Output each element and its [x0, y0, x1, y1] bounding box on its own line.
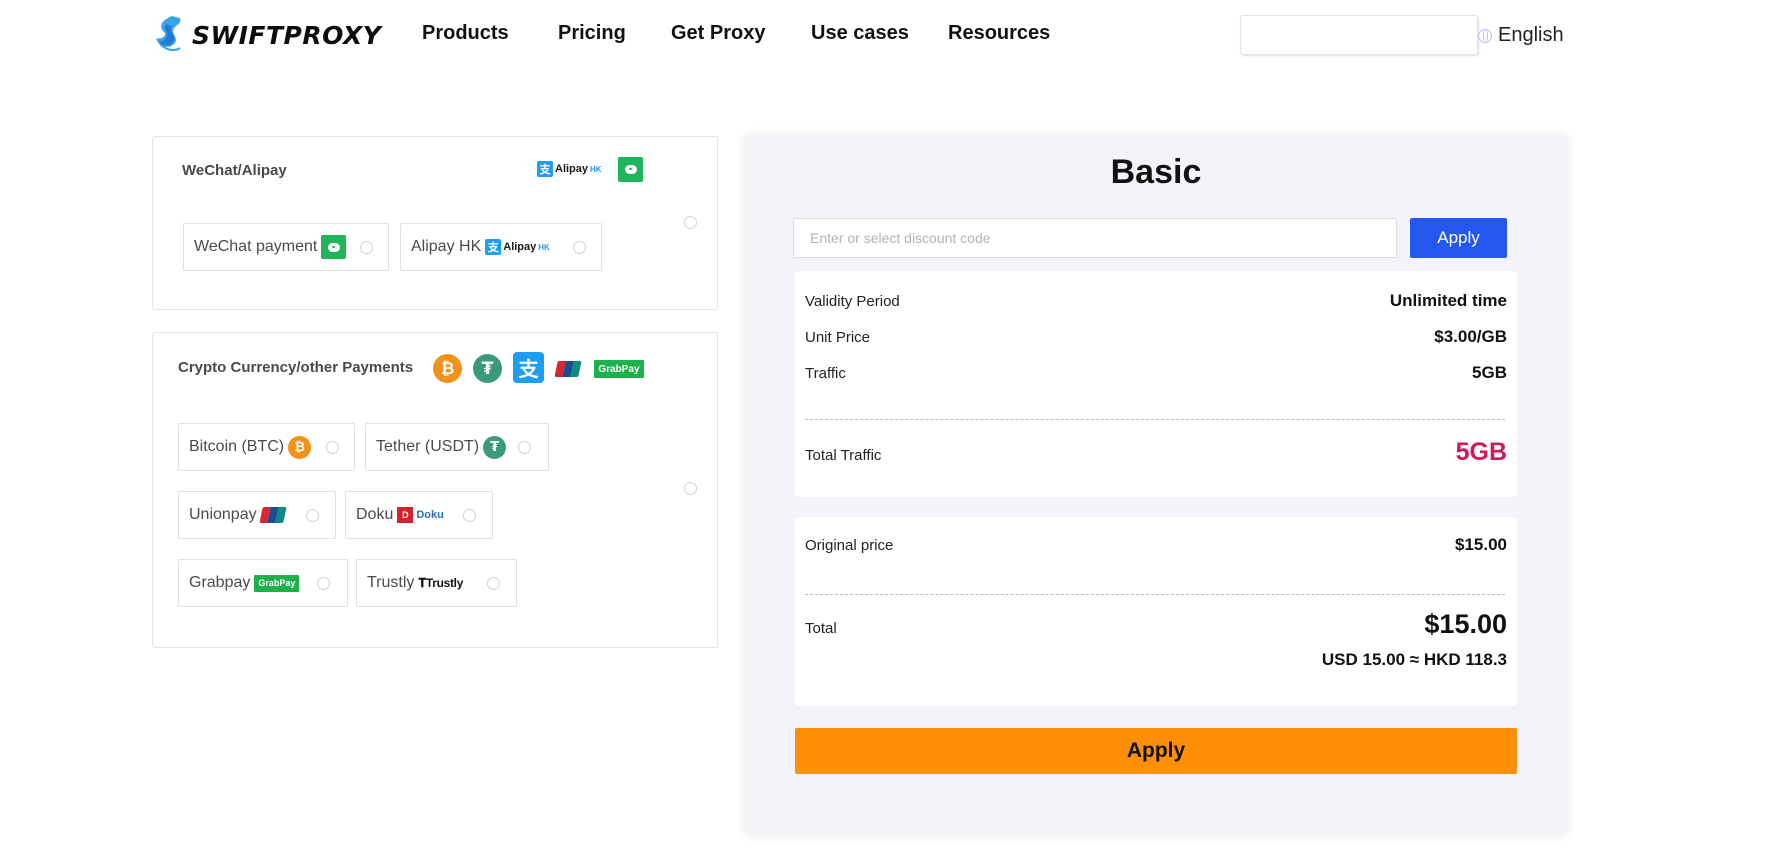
price-box: Original price $15.00 Total $15.00 USD 1… — [795, 517, 1517, 706]
swiftproxy-logo-icon — [156, 16, 181, 52]
total-value: $15.00 — [1424, 609, 1507, 639]
tether-logo-icon: ₮ — [473, 354, 502, 383]
option-bitcoin[interactable]: Bitcoin (BTC) ₿ — [178, 423, 355, 471]
bitcoin-radio[interactable] — [326, 441, 339, 454]
nav-get-proxy[interactable]: Get Proxy — [671, 22, 765, 45]
doku-icon: D Doku — [397, 507, 444, 523]
validity-period-value: Unlimited time — [1389, 291, 1507, 310]
option-grabpay[interactable]: Grabpay GrabPay — [178, 559, 348, 607]
nav-products[interactable]: Products — [422, 22, 509, 45]
crypto-other-card[interactable]: Crypto Currency/other Payments ₿ ₮ 支 Gra… — [152, 332, 718, 648]
language-label: English — [1498, 24, 1564, 46]
tether-icon: ₮ — [483, 435, 507, 459]
option-alipay-hk[interactable]: Alipay HK 支 Alipay HK — [400, 223, 602, 271]
grabpay-icon: GrabPay — [254, 574, 300, 592]
traffic-details-box: Validity Period Unlimited time Unit Pric… — [795, 271, 1517, 497]
crypto-title: Crypto Currency/other Payments — [178, 359, 414, 376]
crypto-group-radio[interactable] — [684, 482, 697, 495]
alipay-hk-icon: 支 Alipay HK — [485, 239, 550, 255]
total-traffic-label: Total Traffic — [805, 447, 882, 464]
validity-period-label: Validity Period — [805, 293, 900, 310]
nav-resources[interactable]: Resources — [948, 22, 1050, 45]
total-label: Total — [805, 620, 837, 637]
option-label: Bitcoin (BTC) — [189, 438, 285, 455]
option-label: WeChat payment — [194, 238, 318, 255]
plan-title: Basic — [1110, 153, 1202, 191]
original-price-value: $15.00 — [1455, 535, 1507, 554]
validity-period-row: Validity Period Unlimited time — [805, 291, 1507, 311]
option-unionpay[interactable]: Unionpay — [178, 491, 336, 539]
apply-discount-button[interactable]: Apply — [1410, 218, 1507, 258]
total-row: Total $15.00 — [805, 609, 1507, 640]
wechat-alipay-group-radio[interactable] — [684, 216, 697, 229]
unionpay-radio[interactable] — [306, 509, 319, 522]
header-search-input[interactable] — [1240, 15, 1478, 55]
unit-price-value: $3.00/GB — [1434, 327, 1507, 346]
bitcoin-icon: ₿ — [288, 435, 312, 459]
bitcoin-logo-icon: ₿ — [433, 354, 462, 383]
original-price-row: Original price $15.00 — [805, 535, 1507, 555]
wechat-logo-icon — [618, 157, 643, 182]
option-label: Doku — [356, 506, 394, 523]
alipay-hk-radio[interactable] — [573, 241, 586, 254]
option-label: Unionpay — [189, 506, 257, 523]
total-traffic-row: Total Traffic 5GB — [805, 438, 1507, 467]
option-label: Trustly — [367, 574, 415, 591]
globe-icon — [1478, 28, 1492, 43]
wechat-icon — [321, 235, 347, 259]
unionpay-logo-icon — [554, 361, 582, 377]
wechat-alipay-card[interactable]: WeChat/Alipay 支 Alipay HK WeChat payment A… — [152, 136, 718, 310]
option-label: Grabpay — [189, 574, 251, 591]
grabpay-radio[interactable] — [317, 577, 330, 590]
wechat-payment-radio[interactable] — [360, 241, 373, 254]
currency-conversion-row: USD 15.00 ≈ HKD 118.3 — [805, 650, 1507, 670]
logo-text: SWIFTPROXY — [192, 20, 382, 50]
unit-price-label: Unit Price — [805, 329, 871, 346]
option-tether[interactable]: Tether (USDT) ₮ — [365, 423, 549, 471]
traffic-label: Traffic — [805, 365, 846, 382]
nav-pricing[interactable]: Pricing — [558, 22, 626, 45]
divider — [805, 419, 1505, 420]
trustly-radio[interactable] — [487, 577, 500, 590]
option-label: Alipay HK — [411, 238, 482, 255]
doku-radio[interactable] — [463, 509, 476, 522]
original-price-label: Original price — [805, 537, 894, 554]
alipay-hk-logo-icon: 支 Alipay HK — [537, 161, 602, 177]
trustly-icon: 𝐓Trustly — [418, 575, 464, 590]
nav-use-cases[interactable]: Use cases — [811, 22, 909, 45]
traffic-row: Traffic 5GB — [805, 363, 1507, 383]
alipay-logo-icon: 支 — [513, 352, 544, 383]
logo[interactable]: SWIFTPROXY — [152, 14, 381, 56]
language-selector[interactable]: English — [1478, 24, 1564, 47]
option-doku[interactable]: Doku D Doku — [345, 491, 493, 539]
grabpay-logo-icon: GrabPay — [594, 360, 644, 378]
tether-radio[interactable] — [518, 441, 531, 454]
apply-order-button[interactable]: Apply — [795, 728, 1517, 774]
traffic-value: 5GB — [1472, 363, 1507, 382]
order-summary-panel: Basic Apply Validity Period Unlimited ti… — [745, 135, 1567, 835]
option-label: Tether (USDT) — [376, 438, 480, 455]
divider — [805, 594, 1505, 595]
option-trustly[interactable]: Trustly 𝐓Trustly — [356, 559, 517, 607]
currency-conversion: USD 15.00 ≈ HKD 118.3 — [1321, 650, 1507, 669]
total-traffic-value: 5GB — [1455, 438, 1507, 466]
unit-price-row: Unit Price $3.00/GB — [805, 327, 1507, 347]
unionpay-icon — [258, 507, 287, 523]
wechat-alipay-title: WeChat/Alipay — [182, 162, 287, 179]
discount-code-input[interactable] — [793, 218, 1397, 258]
option-wechat-payment[interactable]: WeChat payment — [183, 223, 389, 271]
